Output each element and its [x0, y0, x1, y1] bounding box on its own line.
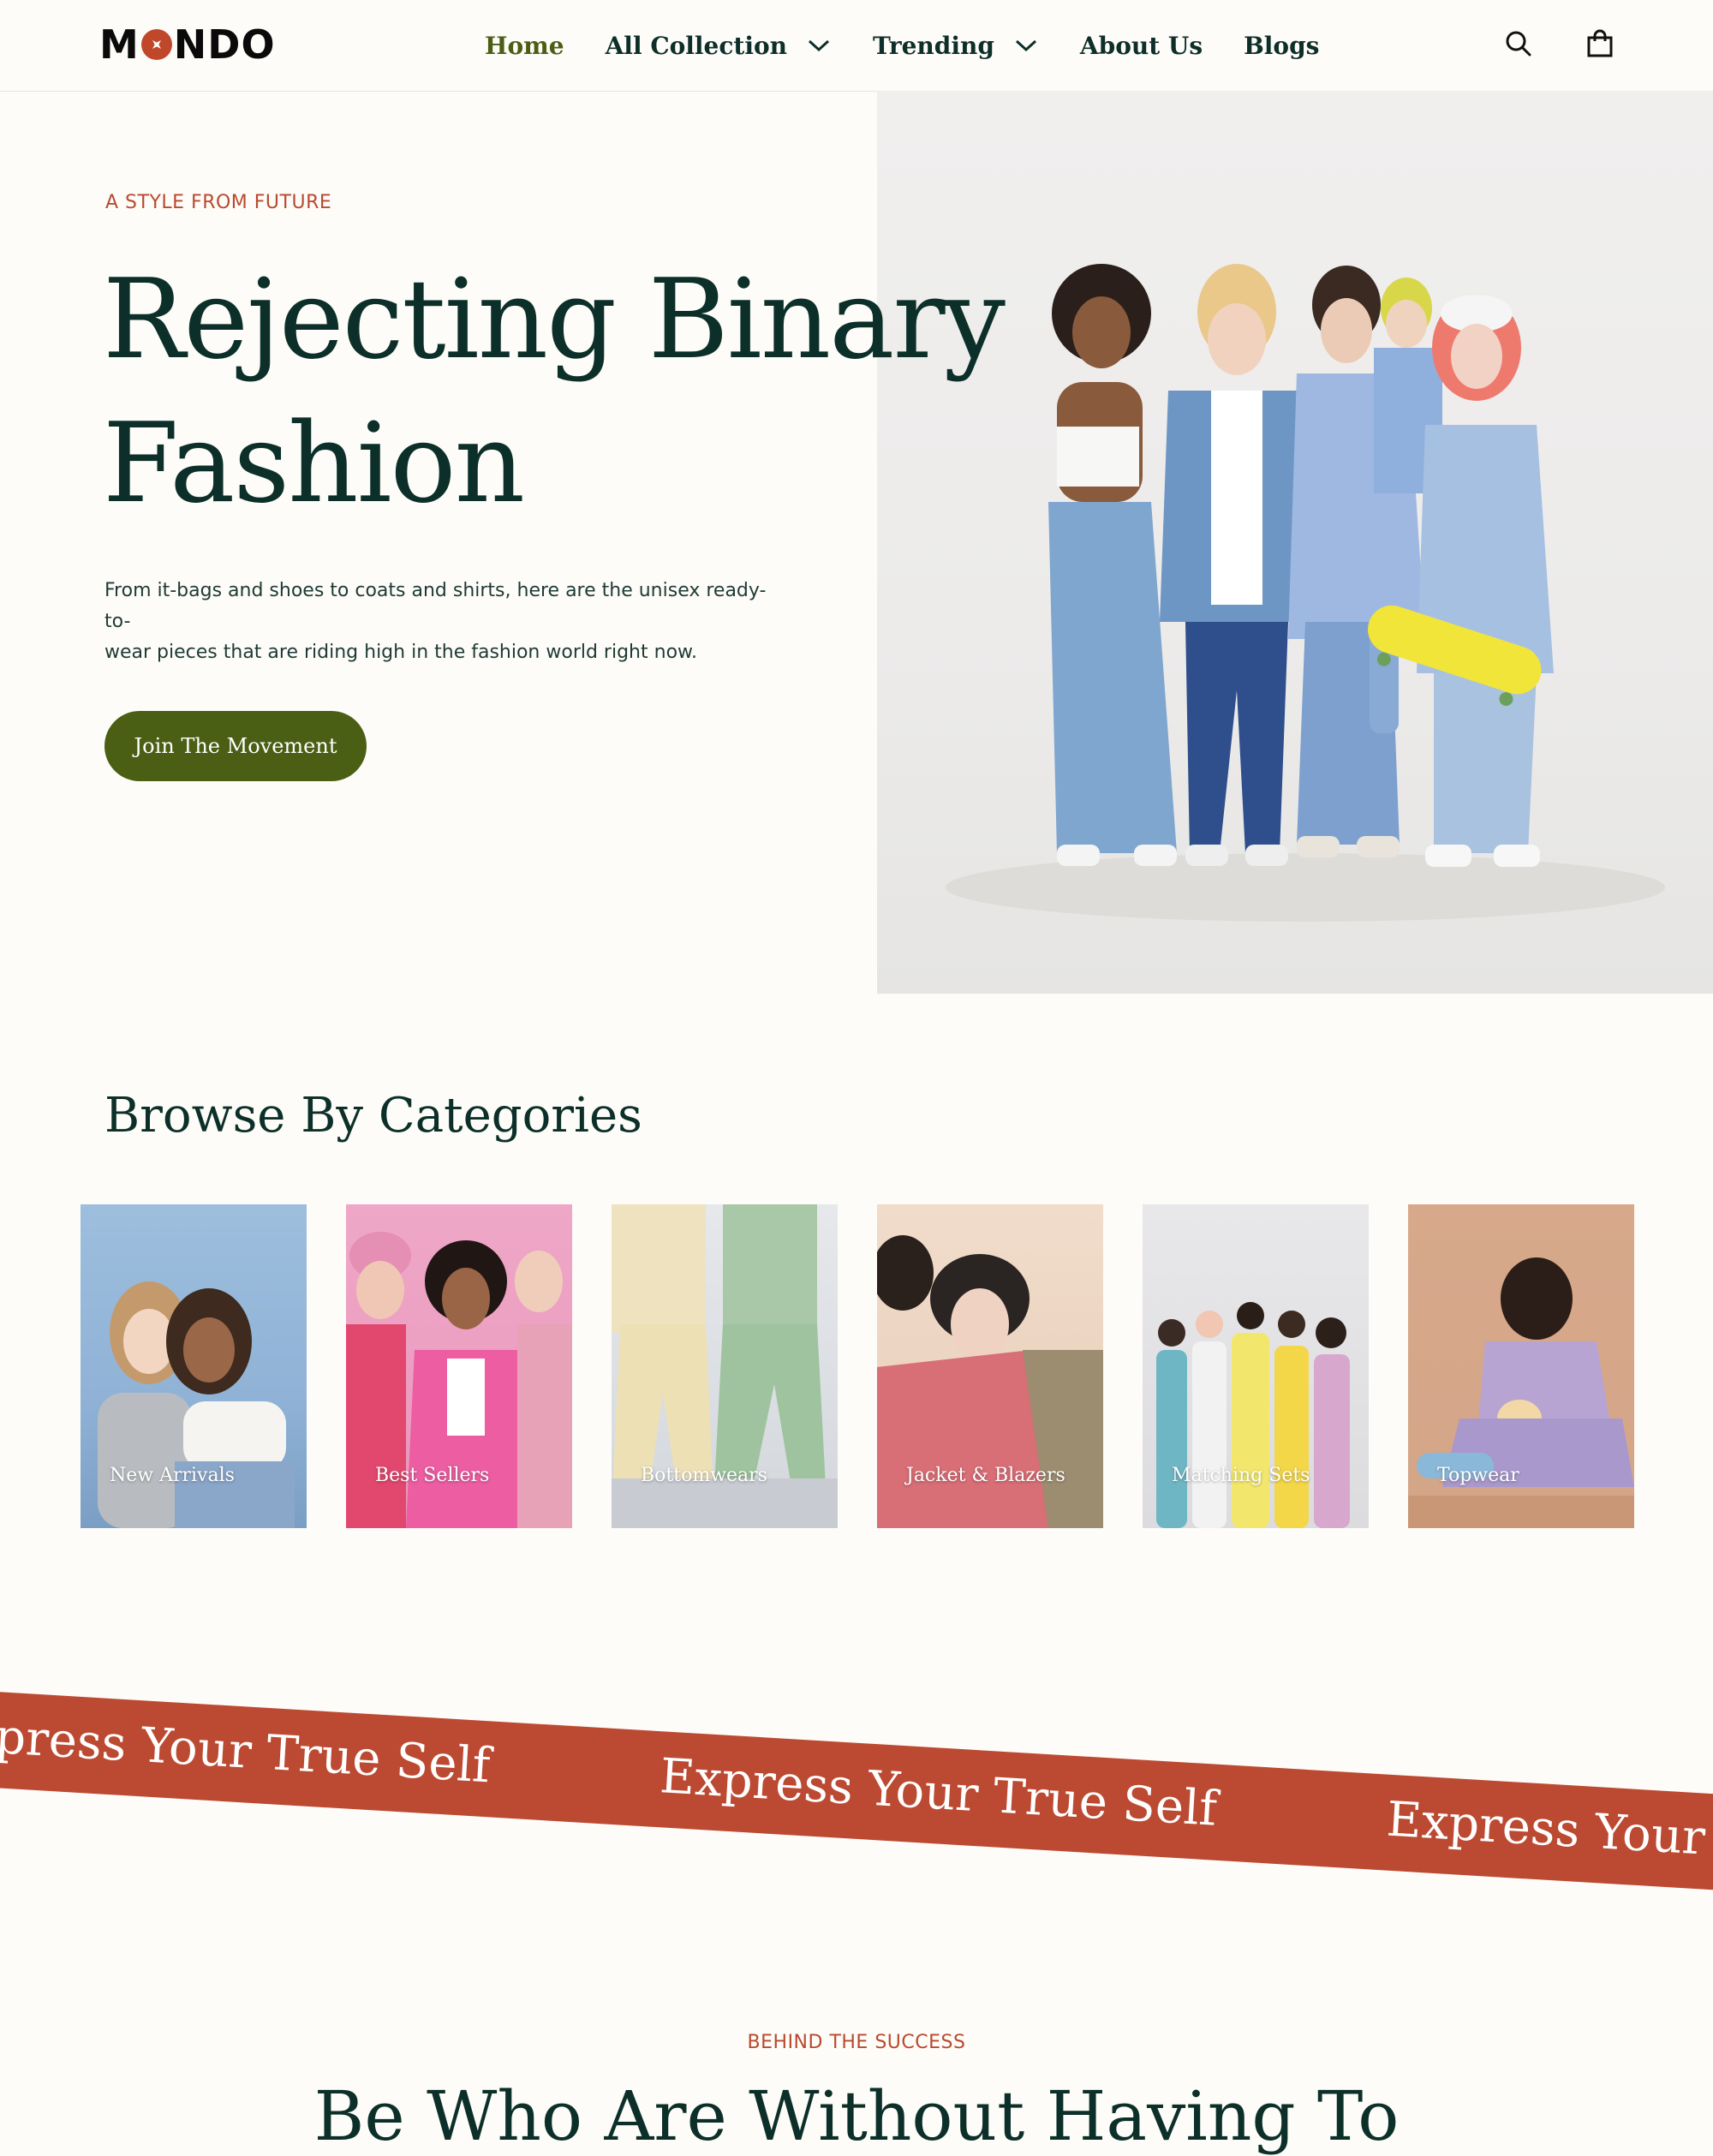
category-label: New Arrivals [110, 1465, 235, 1486]
nav-item-label: Trending [873, 31, 994, 60]
category-card-bottomwears[interactable]: Bottomwears [612, 1204, 838, 1528]
ribbon-text: Express Your True Self [0, 1705, 492, 1795]
logo-mark-icon [140, 29, 172, 60]
nav-item-label: Home [485, 31, 564, 60]
hero-title-line-1: Rejecting Binary [103, 256, 1006, 384]
behind-eyebrow: BEHIND THE SUCCESS [747, 2032, 966, 2053]
hero-description-line-1: From it-bags and shoes to coats and shir… [104, 580, 767, 632]
nav-item-home[interactable]: Home [485, 32, 564, 60]
hero-title-line-2: Fashion [103, 400, 525, 528]
nav-item-label: Blogs [1244, 31, 1320, 60]
nav-item-blogs[interactable]: Blogs [1244, 32, 1319, 60]
hero-description: From it-bags and shoes to coats and shir… [104, 576, 773, 668]
hero-image [877, 91, 1713, 994]
join-the-movement-button[interactable]: Join The Movement [104, 711, 367, 781]
logo-text-left: M [99, 21, 140, 68]
hero-description-line-2: wear pieces that are riding high in the … [104, 642, 697, 663]
nav-item-trending[interactable]: Trending [873, 32, 1039, 60]
category-label: Matching Sets [1172, 1465, 1310, 1486]
categories-title: Browse By Categories [104, 1088, 642, 1144]
category-card-new-arrivals[interactable]: New Arrivals [81, 1204, 307, 1528]
chevron-down-icon [809, 39, 830, 52]
main-nav: Home All Collection Trending About Us Bl… [485, 26, 1360, 65]
category-label: Jacket & Blazers [906, 1465, 1065, 1486]
search-icon[interactable] [1503, 28, 1534, 59]
category-card-best-sellers[interactable]: Best Sellers [346, 1204, 572, 1528]
category-label: Best Sellers [375, 1465, 490, 1486]
nav-item-label: About Us [1079, 31, 1203, 60]
hero-title: Rejecting Binary Fashion [103, 248, 1045, 536]
marquee-ribbon: Express Your True Self Express Your True… [0, 1687, 1713, 1897]
nav-item-about-us[interactable]: About Us [1080, 32, 1203, 60]
category-label: Bottomwears [641, 1465, 767, 1486]
ribbon-text: Express Your True Self [658, 1748, 1219, 1837]
hero-group-photo [946, 264, 1665, 922]
behind-title: Be Who Are Without Having To [313, 2076, 1400, 2156]
category-card-matching-sets[interactable]: Matching Sets [1143, 1204, 1369, 1528]
category-card-topwear[interactable]: Topwear [1408, 1204, 1634, 1528]
site-header: M NDO Home All Collection Trending About… [0, 0, 1713, 92]
hero-eyebrow: A STYLE FROM FUTURE [105, 192, 332, 213]
category-label: Topwear [1437, 1465, 1519, 1486]
logo[interactable]: M NDO [99, 21, 276, 68]
logo-text-right: NDO [173, 21, 276, 68]
person-illustration [1048, 264, 1177, 866]
chevron-down-icon [1015, 39, 1036, 52]
nav-item-label: All Collection [605, 31, 788, 60]
nav-item-all-collection[interactable]: All Collection [606, 32, 832, 60]
category-card-jacket-blazers[interactable]: Jacket & Blazers [877, 1204, 1103, 1528]
shopping-bag-icon[interactable] [1585, 28, 1615, 59]
ribbon-text: Express Your True Self [1385, 1791, 1713, 1881]
